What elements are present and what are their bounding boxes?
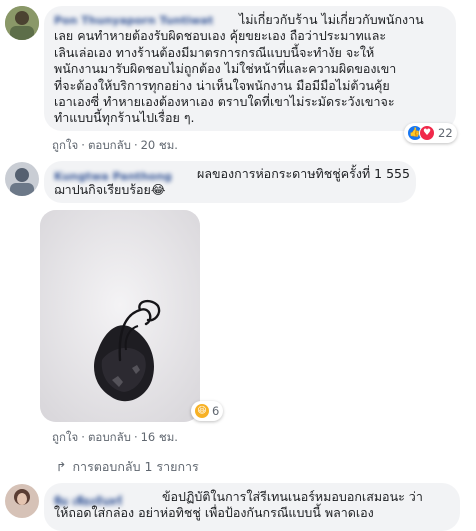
- comment-text: ไม่เกี่ยวกับร้าน ไม่เกี่ยวกับพนักงาน เลย…: [54, 12, 424, 126]
- comment-bubble: Pon Thunyaporn Tuntiwat ไม่เกี่ยวกับร้าน…: [44, 6, 456, 131]
- comment-2: Kungtwa Panthong ผลของการห่อกระดาษทิชชู่…: [0, 152, 476, 482]
- avatar-photo: [5, 6, 39, 40]
- comment-bubble: Kungtwa Panthong ผลของการห่อกระดาษทิชชู่…: [44, 161, 416, 203]
- avatar-photo: [5, 162, 39, 196]
- comment-1: Pon Thunyaporn Tuntiwat ไม่เกี่ยวกับร้าน…: [0, 0, 476, 152]
- avatar[interactable]: [5, 484, 39, 518]
- reaction-count: 6: [212, 404, 220, 418]
- comment-time[interactable]: 16 ชม.: [141, 430, 178, 444]
- avatar[interactable]: [5, 162, 39, 196]
- comment-time[interactable]: 20 ชม.: [141, 138, 178, 152]
- comment-actions: ถูกใจ · ตอบกลับ · 16 ชม.: [52, 430, 178, 444]
- reply-arrow-icon: ↳: [56, 459, 67, 474]
- comment-3: พิม เพียงจันทร์ ข้อปฏิบัติในการใส่รีเทนเ…: [0, 480, 476, 531]
- like-link[interactable]: ถูกใจ: [52, 138, 78, 152]
- reaction-summary[interactable]: 👍 ♥ 22: [404, 123, 457, 143]
- reaction-count: 22: [438, 126, 453, 140]
- reply-link[interactable]: ตอบกลับ: [88, 430, 131, 444]
- like-link[interactable]: ถูกใจ: [52, 430, 78, 444]
- love-icon: ♥: [419, 125, 435, 141]
- retainer-in-tissue-image: [40, 210, 200, 422]
- attached-photo[interactable]: [40, 210, 200, 422]
- reaction-summary[interactable]: 😆 6: [191, 401, 224, 421]
- avatar-photo: [5, 484, 39, 518]
- replies-count-label: การตอบกลับ 1 รายการ: [72, 459, 199, 474]
- avatar[interactable]: [5, 6, 39, 40]
- view-replies-link[interactable]: ↳ การตอบกลับ 1 รายการ: [56, 457, 199, 477]
- comment-bubble: พิม เพียงจันทร์ ข้อปฏิบัติในการใส่รีเทนเ…: [44, 483, 460, 531]
- haha-icon: 😆: [194, 403, 210, 419]
- comment-text: ข้อปฏิบัติในการใส่รีเทนเนอร์หมอบอกเสมอนะ…: [54, 489, 423, 521]
- reply-link[interactable]: ตอบกลับ: [88, 138, 131, 152]
- comment-text: ผลของการห่อกระดาษทิชชู่ครั้งที่ 1 555 ฌา…: [54, 166, 410, 198]
